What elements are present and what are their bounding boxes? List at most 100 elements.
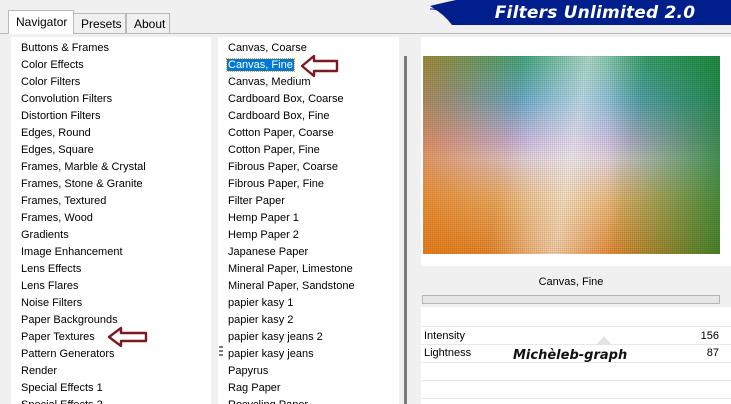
scrollbar-thumb[interactable] [404,56,407,404]
filter-item-label: Fibrous Paper, Fine [228,178,324,190]
filter-item-label: Rag Paper [228,382,281,394]
category-item[interactable]: Frames, Wood [20,210,211,227]
category-item-label: Edges, Round [21,127,91,139]
category-item[interactable]: Special Effects 1 [20,380,211,397]
category-list: Buttons & Frames Color Effects Color Filte… [11,37,211,404]
category-item-label: Distortion Filters [21,110,101,122]
intensity-label: Intensity [424,330,465,342]
category-item[interactable]: Frames, Textured [20,193,211,210]
filter-item-label: Papyrus [228,365,269,377]
category-item[interactable]: Buttons & Frames [20,40,211,57]
filter-item[interactable]: Cotton Paper, Fine [227,142,414,159]
category-item-label: Pattern Generators [21,348,115,360]
lightness-value[interactable]: 87 [659,347,719,359]
category-item[interactable]: Noise Filters [20,295,211,312]
filter-item-label: Japanese Paper [228,246,309,258]
filter-item-label: Recycling Paper [227,399,309,404]
canvas-fine-arrow-icon [300,54,339,78]
category-item-label: Color Effects [21,59,84,71]
filter-list: Canvas, Coarse Canvas, Fine Canvas, Medium… [218,37,414,404]
filter-item[interactable]: Filter Paper [227,193,414,210]
filter-item-label: Hemp Paper 2 [228,229,299,241]
slider-pointer [596,336,612,345]
category-item-label: Paper Backgrounds [21,314,118,326]
category-item[interactable]: Gradients [20,227,211,244]
tab-about-label: About [134,17,166,31]
filter-item[interactable]: Cardboard Box, Coarse [227,91,414,108]
category-item[interactable]: Color Filters [20,74,211,91]
filter-item[interactable]: papier kasy 1 [227,295,414,312]
category-item-label: Render [21,365,58,377]
filter-item-label: Mineral Paper, Limestone [228,263,353,275]
tab-presets-label: Presets [81,17,122,31]
category-item[interactable]: Edges, Square [20,142,211,159]
tab-presets[interactable]: Presets [73,13,126,33]
filter-item[interactable]: Hemp Paper 2 [227,227,414,244]
filter-item-label: papier kasy 2 [228,314,294,326]
category-item[interactable]: Render [20,363,211,380]
filter-item-label: Canvas, Fine [226,58,295,72]
category-item[interactable]: Lens Flares [20,278,211,295]
category-item-label: Frames, Wood [21,212,93,224]
filter-item[interactable]: Recycling Paper [227,397,414,404]
category-item[interactable]: Image Enhancement [20,244,211,261]
category-item-label: Paper Textures [21,331,95,343]
category-item-label: Frames, Marble & Crystal [21,161,146,173]
filter-item[interactable]: Hemp Paper 1 [227,210,414,227]
filters-unlimited-banner: Filters Unlimited 2.0 [430,0,731,25]
filter-item[interactable]: Cardboard Box, Fine [227,108,414,125]
filter-item[interactable]: papier kasy jeans [227,346,414,363]
category-item-label: Gradients [21,229,69,241]
filter-item[interactable]: Rag Paper [227,380,414,397]
category-item[interactable]: Special Effects 2 [20,397,211,404]
lightness-label: Lightness [424,347,472,359]
filter-item[interactable]: Fibrous Paper, Fine [227,176,414,193]
filter-item-label: Filter Paper [228,195,285,207]
filter-list-panel: Canvas, Coarse Canvas, Fine Canvas, Medium… [218,37,414,404]
banner-title: Filters Unlimited 2.0 [494,3,696,23]
category-item-label: Special Effects 1 [21,382,103,394]
category-item-label: Noise Filters [21,297,83,309]
category-item-label: Special Effects 2 [20,399,104,404]
category-item-label: Buttons & Frames [21,42,110,54]
filter-item-label: papier kasy jeans 2 [228,331,323,343]
category-item[interactable]: Frames, Marble & Crystal [20,159,211,176]
category-item-label: Lens Effects [21,263,82,275]
category-item[interactable]: Distortion Filters [20,108,211,125]
filter-item-label: Cardboard Box, Fine [228,110,330,122]
filter-list-scrollbar[interactable] [399,37,414,404]
filter-item-label: Cotton Paper, Coarse [228,127,334,139]
filter-item[interactable]: Japanese Paper [227,244,414,261]
filter-item[interactable]: Fibrous Paper, Coarse [227,159,414,176]
watermark: Michèleb-graph [513,348,628,363]
filter-item[interactable]: papier kasy jeans 2 [227,329,414,346]
filter-item-label: Cardboard Box, Coarse [228,93,344,105]
filter-item-label: Mineral Paper, Sandstone [228,280,355,292]
category-item-label: Lens Flares [21,280,79,292]
category-item-label: Convolution Filters [21,93,113,105]
filter-item[interactable]: papier kasy 2 [227,312,414,329]
filter-item[interactable]: Cotton Paper, Coarse [227,125,414,142]
preview-image [423,56,720,254]
tab-navigator-label: Navigator [16,15,68,29]
filter-item[interactable]: Mineral Paper, Sandstone [227,278,414,295]
category-item[interactable]: Frames, Stone & Granite [20,176,211,193]
filter-item-label: Fibrous Paper, Coarse [228,161,339,173]
tab-about[interactable]: About [126,13,170,33]
preview-filter-name: Canvas, Fine [538,276,604,288]
category-item[interactable]: Lens Effects [20,261,211,278]
category-item-label: Frames, Textured [21,195,107,207]
filter-item-label: Canvas, Medium [228,76,311,88]
filter-item-label: Canvas, Coarse [228,42,307,54]
intensity-value[interactable]: 156 [659,330,719,342]
filter-item[interactable]: Papyrus [227,363,414,380]
category-item[interactable]: Pattern Generators [20,346,211,363]
filter-item-label: papier kasy 1 [228,297,294,309]
tab-navigator[interactable]: Navigator [8,10,74,34]
list-resize-grip[interactable] [219,346,224,360]
category-item[interactable]: Edges, Round [20,125,211,142]
category-item-label: Edges, Square [21,144,94,156]
category-item[interactable]: Convolution Filters [20,91,211,108]
filter-item[interactable]: Mineral Paper, Limestone [227,261,414,278]
category-item[interactable]: Color Effects [20,57,211,74]
